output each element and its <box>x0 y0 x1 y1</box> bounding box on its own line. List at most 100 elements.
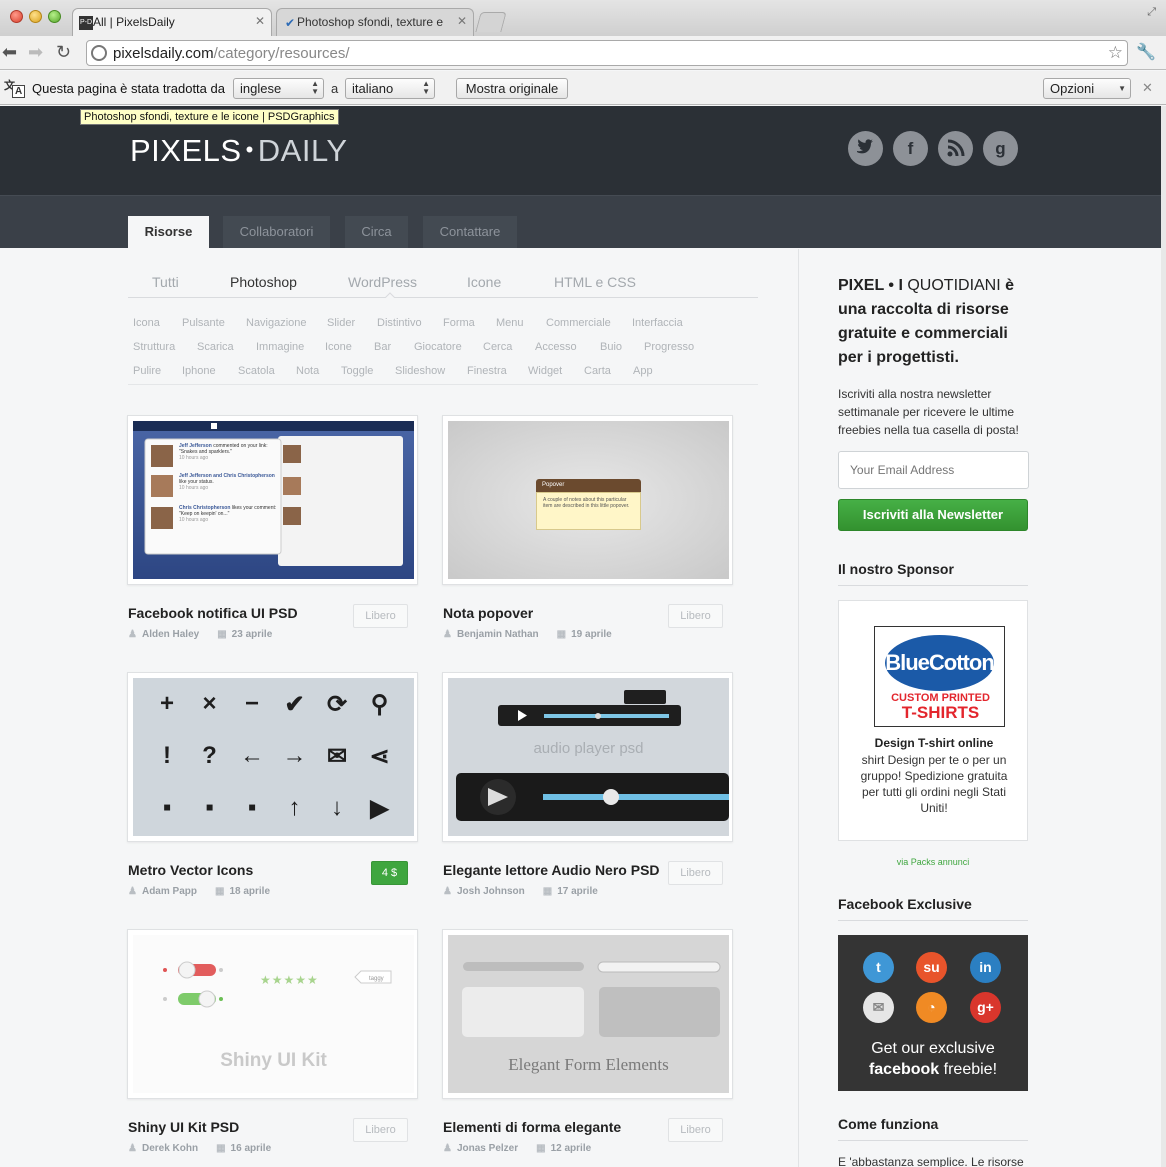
subscribe-button[interactable]: Iscriviti alla Newsletter <box>838 499 1028 531</box>
resource-title[interactable]: Metro Vector Icons <box>128 862 253 878</box>
show-original-button[interactable]: Mostra originale <box>456 78 568 99</box>
resource-title[interactable]: Elementi di forma elegante <box>443 1119 621 1135</box>
tag-link[interactable]: Progresso <box>644 341 694 353</box>
filter-tab-icons[interactable]: Icone <box>467 274 501 290</box>
nav-tab-about[interactable]: Circa <box>345 216 408 248</box>
close-translate-bar-icon[interactable]: ✕ <box>1142 80 1153 96</box>
tag-link[interactable]: Immagine <box>256 341 304 353</box>
facebook-exclusive-banner[interactable]: t su in ✉ ◔ g+ Get our exclusive faceboo… <box>838 935 1028 1091</box>
tag-link[interactable]: Slideshow <box>395 365 445 377</box>
resource-card[interactable]: Elegant Form Elements <box>442 929 733 1099</box>
sponsor-box[interactable]: BlueCotton CUSTOM PRINTED T-SHIRTS Desig… <box>838 600 1028 841</box>
tab-close-icon[interactable]: ✕ <box>255 14 265 28</box>
resource-card[interactable]: + × − ✔ ⟳ ⚲!? ← → ✉ ⋖ ▪ ▪ ▪ ↑ ↓ ▶ <box>127 672 418 842</box>
tag-link[interactable]: Finestra <box>467 365 507 377</box>
resource-author[interactable]: Jonas Pelzer <box>457 1143 518 1154</box>
tag-link[interactable]: Iphone <box>182 365 216 377</box>
site-logo[interactable]: PIXELS • DAILY <box>130 133 348 169</box>
tag-link[interactable]: Giocatore <box>414 341 462 353</box>
resource-thumbnail[interactable]: Jeff Jefferson commented on your link: "… <box>133 421 414 579</box>
close-window-button[interactable] <box>10 10 23 23</box>
minimize-window-button[interactable] <box>29 10 42 23</box>
tag-link[interactable]: Struttura <box>133 341 175 353</box>
filter-tab-wordpress[interactable]: WordPress <box>348 274 417 290</box>
tab-close-icon[interactable]: ✕ <box>457 14 467 28</box>
tag-link[interactable]: Icone <box>325 341 352 353</box>
resource-card[interactable]: Jeff Jefferson commented on your link: "… <box>127 415 418 585</box>
resource-title[interactable]: Facebook notifica UI PSD <box>128 605 298 621</box>
price-badge[interactable]: Libero <box>353 604 408 628</box>
tag-link[interactable]: Cerca <box>483 341 512 353</box>
price-badge[interactable]: Libero <box>668 1118 723 1142</box>
resource-author[interactable]: Alden Haley <box>142 629 199 640</box>
browser-tab-pixelsdaily[interactable]: P-D All | PixelsDaily ✕ <box>72 8 272 36</box>
resource-thumbnail[interactable]: ★★★★★ taggy Shiny UI Kit <box>133 935 414 1093</box>
resource-author[interactable]: Josh Johnson <box>457 886 525 897</box>
tag-link[interactable]: Scatola <box>238 365 275 377</box>
nav-tab-contributors[interactable]: Collaboratori <box>223 216 330 248</box>
email-field[interactable] <box>838 451 1029 489</box>
bluecotton-logo[interactable]: BlueCotton CUSTOM PRINTED T-SHIRTS <box>874 626 1005 727</box>
tag-link[interactable]: Distintivo <box>377 317 422 329</box>
tag-link[interactable]: Pulire <box>133 365 161 377</box>
back-arrow-icon[interactable]: ⬅ <box>2 42 17 63</box>
tag-link[interactable]: Nota <box>296 365 319 377</box>
resource-author[interactable]: Derek Kohn <box>142 1143 198 1154</box>
resource-author[interactable]: Benjamin Nathan <box>457 629 539 640</box>
fullscreen-icon[interactable]: ⤢ <box>1147 6 1156 19</box>
sponsor-title[interactable]: Design T-shirt online <box>839 736 1029 750</box>
resource-card[interactable]: audio player psd <box>442 672 733 842</box>
wrench-icon[interactable]: 🔧 <box>1136 42 1156 62</box>
url-text[interactable]: pixelsdaily.com/category/resources/ <box>113 45 350 62</box>
reload-icon[interactable]: ↻ <box>56 42 71 63</box>
ads-via-link[interactable]: via Packs annunci <box>838 857 1028 867</box>
source-language-select[interactable]: inglese ▲ ▼ <box>233 78 324 99</box>
tag-link[interactable]: Toggle <box>341 365 373 377</box>
bookmark-star-icon[interactable]: ☆ <box>1108 43 1123 63</box>
tag-link[interactable]: Commerciale <box>546 317 611 329</box>
tag-link[interactable]: Accesso <box>535 341 577 353</box>
resource-thumbnail[interactable]: Popover A couple of notes about this par… <box>448 421 729 579</box>
filter-tab-photoshop[interactable]: Photoshop <box>230 274 297 290</box>
nav-tab-contact[interactable]: Contattare <box>423 216 517 248</box>
price-badge[interactable]: Libero <box>353 1118 408 1142</box>
resource-title[interactable]: Elegante lettore Audio Nero PSD <box>443 862 660 878</box>
nav-tab-resources[interactable]: Risorse <box>128 216 209 249</box>
tag-link[interactable]: Widget <box>528 365 562 377</box>
tag-link[interactable]: Pulsante <box>182 317 225 329</box>
price-badge[interactable]: 4 $ <box>371 861 408 885</box>
browser-tab-psdgraphics[interactable]: ✔ Photoshop sfondi, texture e ✕ <box>276 8 474 36</box>
tag-link[interactable]: Scarica <box>197 341 234 353</box>
resource-card[interactable]: Popover A couple of notes about this par… <box>442 415 733 585</box>
resource-thumbnail[interactable]: Elegant Form Elements <box>448 935 729 1093</box>
filter-tab-html-css[interactable]: HTML e CSS <box>554 274 636 290</box>
resource-card[interactable]: ★★★★★ taggy Shiny UI Kit <box>127 929 418 1099</box>
target-language-select[interactable]: italiano ▲ ▼ <box>345 78 435 99</box>
tag-link[interactable]: Forma <box>443 317 475 329</box>
twitter-icon[interactable] <box>848 131 883 166</box>
tag-link[interactable]: Carta <box>584 365 611 377</box>
tag-link[interactable]: Interfaccia <box>632 317 683 329</box>
resource-title[interactable]: Nota popover <box>443 605 533 621</box>
forward-arrow-icon[interactable]: ➡ <box>28 42 43 63</box>
resource-thumbnail[interactable]: + × − ✔ ⟳ ⚲!? ← → ✉ ⋖ ▪ ▪ ▪ ↑ ↓ ▶ <box>133 678 414 836</box>
new-tab-button[interactable] <box>475 12 507 32</box>
tag-link[interactable]: Menu <box>496 317 524 329</box>
price-badge[interactable]: Libero <box>668 604 723 628</box>
rss-icon[interactable] <box>938 131 973 166</box>
google-icon[interactable]: g <box>983 131 1018 166</box>
tag-link[interactable]: Slider <box>327 317 355 329</box>
tag-link[interactable]: Icona <box>133 317 160 329</box>
page-scrollbar[interactable] <box>1161 106 1166 1167</box>
facebook-icon[interactable]: f <box>893 131 928 166</box>
address-bar[interactable]: pixelsdaily.com/category/resources/ ☆ <box>86 40 1128 66</box>
resource-title[interactable]: Shiny UI Kit PSD <box>128 1119 239 1135</box>
filter-tab-all[interactable]: Tutti <box>152 274 179 290</box>
tag-link[interactable]: App <box>633 365 653 377</box>
resource-thumbnail[interactable]: audio player psd <box>448 678 729 836</box>
price-badge[interactable]: Libero <box>668 861 723 885</box>
resource-author[interactable]: Adam Papp <box>142 886 197 897</box>
zoom-window-button[interactable] <box>48 10 61 23</box>
translate-options-select[interactable]: Opzioni ▼ <box>1043 78 1131 99</box>
tag-link[interactable]: Buio <box>600 341 622 353</box>
